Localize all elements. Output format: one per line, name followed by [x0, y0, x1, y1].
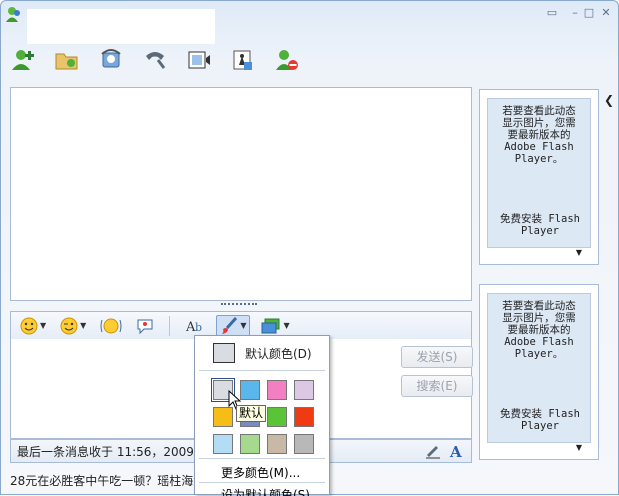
paintbrush-icon: [222, 316, 238, 334]
flash-message-line: 显示图片，您需: [502, 117, 576, 129]
flash-placeholder: 若要查看此动态 显示图片，您需 要最新版本的 Adobe Flash Playe…: [487, 293, 591, 443]
video-call-icon: [101, 49, 121, 68]
color-swatch[interactable]: [267, 380, 287, 400]
conversation-history[interactable]: [10, 87, 472, 301]
flash-message-line: 要最新版本的: [507, 324, 571, 336]
smiley-icon: [20, 317, 38, 334]
folder-icon: [55, 53, 78, 70]
background-button[interactable]: ▼: [258, 315, 292, 337]
toolbar-separator: [169, 315, 171, 336]
flash-message-line: 若要查看此动态: [502, 105, 576, 117]
video-call-button[interactable]: [95, 45, 127, 75]
color-tooltip: 默认: [236, 405, 266, 422]
svg-text:b: b: [195, 321, 202, 334]
game-icon: [233, 50, 252, 70]
font-style-icon[interactable]: A: [449, 443, 465, 459]
msn-buddy-icon: [6, 7, 20, 22]
close-icon[interactable]: ✕: [598, 6, 614, 20]
default-color-swatch: [213, 343, 235, 363]
font-button[interactable]: A b: [182, 315, 208, 337]
chevron-down-icon: ▼: [240, 321, 247, 330]
dropdown-arrow-icon[interactable]: ▼: [576, 248, 582, 257]
color-swatch[interactable]: [294, 407, 314, 427]
send-file-button[interactable]: [51, 45, 83, 75]
emoticon-button[interactable]: ▼: [17, 315, 49, 337]
message-button[interactable]: [133, 315, 157, 337]
flash-message-line: Player。: [514, 348, 564, 360]
game-button[interactable]: [227, 45, 259, 75]
flash-message-line: Player。: [514, 153, 564, 165]
phone-icon: [146, 52, 166, 69]
block-button[interactable]: [271, 45, 303, 75]
restore-icon[interactable]: ▭: [544, 6, 560, 20]
chevron-down-icon: ▼: [40, 321, 47, 330]
last-message-time: 最后一条消息收于 11:56，2009-6: [17, 444, 206, 459]
flash-placeholder: 若要查看此动态 显示图片，您需 要最新版本的 Adobe Flash Playe…: [487, 98, 591, 248]
pen-icon[interactable]: [425, 443, 441, 459]
dropdown-arrow-icon[interactable]: ▼: [576, 443, 582, 452]
color-swatch[interactable]: [294, 380, 314, 400]
more-colors-item[interactable]: 更多颜色(M)...: [221, 464, 300, 481]
nudge-icon: [100, 318, 122, 333]
flash-panel-bottom: 若要查看此动态 显示图片，您需 要最新版本的 Adobe Flash Playe…: [479, 284, 599, 460]
media-button[interactable]: [183, 45, 215, 75]
menu-divider: [199, 370, 325, 371]
maximize-icon[interactable]: □: [581, 6, 597, 20]
chevron-down-icon: ▼: [80, 321, 87, 330]
install-flash-line: Player: [521, 420, 559, 432]
background-color-button[interactable]: ▼: [216, 314, 251, 337]
font-icon: A b: [185, 320, 202, 335]
install-flash-line: 免费安装 Flash: [500, 213, 580, 225]
chevron-down-icon: ▼: [283, 321, 290, 330]
color-swatch[interactable]: [213, 407, 233, 427]
default-color-item[interactable]: 默认颜色(D): [199, 340, 325, 366]
flash-message-line: 若要查看此动态: [502, 300, 576, 312]
color-swatch[interactable]: [267, 407, 287, 427]
film-icon: [188, 51, 210, 69]
main-toolbar: [7, 45, 303, 77]
splitter-handle[interactable]: [221, 303, 257, 307]
background-image-icon: [261, 318, 280, 333]
add-user-icon: [12, 50, 34, 70]
flash-message-line: 要最新版本的: [507, 129, 571, 141]
block-user-icon: [276, 50, 298, 70]
wink-button[interactable]: ▼: [57, 315, 89, 337]
color-swatch[interactable]: [267, 434, 287, 454]
color-swatch[interactable]: [240, 380, 260, 400]
title-bar: ▭ – □ ✕: [1, 1, 618, 44]
collapse-panel-icon[interactable]: ❮: [602, 93, 616, 113]
menu-divider: [199, 482, 325, 483]
install-flash-line: Player: [521, 225, 559, 237]
wink-icon: [60, 317, 78, 334]
voice-call-button[interactable]: [139, 45, 171, 75]
install-flash-line: 免费安装 Flash: [500, 408, 580, 420]
color-swatch[interactable]: [213, 434, 233, 454]
default-color-label: 默认颜色(D): [245, 346, 312, 361]
title-text-redacted: [27, 9, 215, 44]
nudge-button[interactable]: [97, 315, 125, 337]
send-button[interactable]: 发送(S): [401, 346, 473, 368]
install-flash-link[interactable]: 免费安装 Flash Player: [488, 213, 592, 237]
menu-divider: [199, 458, 325, 459]
install-flash-link[interactable]: 免费安装 Flash Player: [488, 408, 592, 432]
add-contact-button[interactable]: [7, 45, 39, 75]
flash-message-line: Adobe Flash: [504, 336, 574, 348]
color-swatch[interactable]: [294, 434, 314, 454]
flash-message-line: 显示图片，您需: [502, 312, 576, 324]
color-swatch[interactable]: [240, 434, 260, 454]
svg-text:A: A: [449, 443, 462, 459]
search-button[interactable]: 搜索(E): [401, 375, 473, 397]
flash-panel-top: 若要查看此动态 显示图片，您需 要最新版本的 Adobe Flash Playe…: [479, 89, 599, 265]
flash-message-line: Adobe Flash: [504, 141, 574, 153]
speech-bubble-icon: [137, 319, 153, 334]
